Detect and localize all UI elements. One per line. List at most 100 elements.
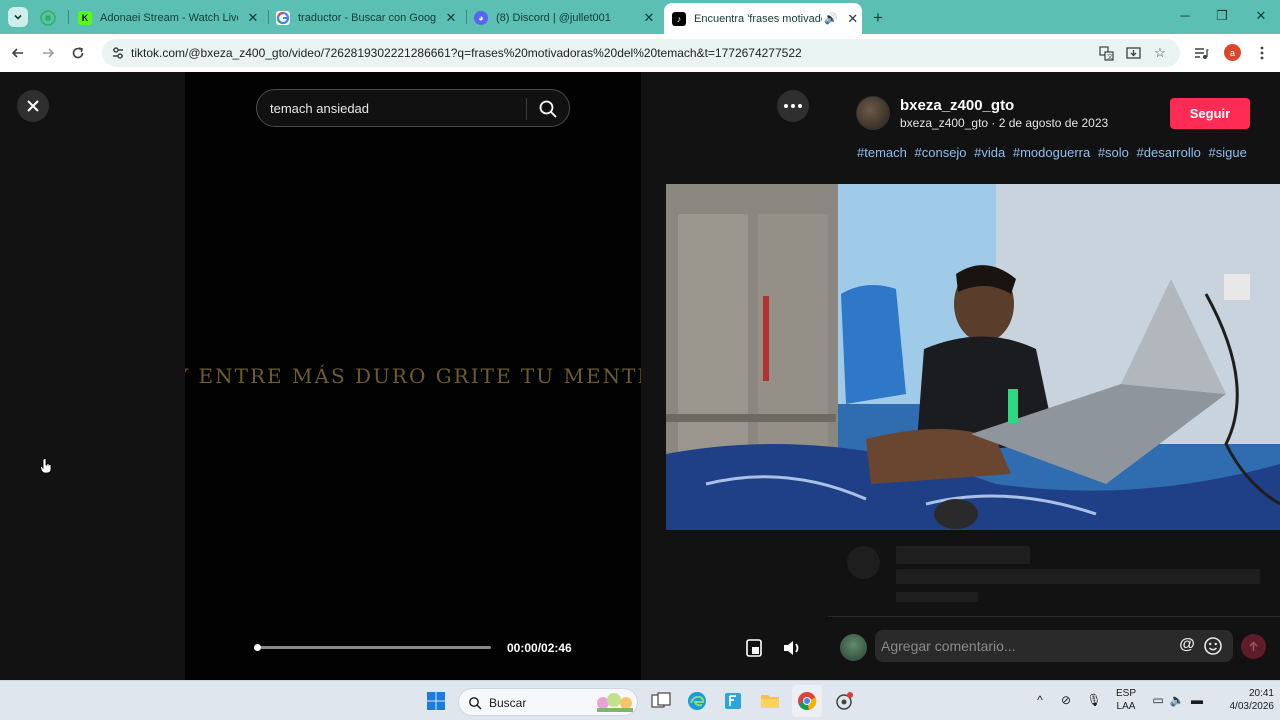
- mention-icon[interactable]: @: [1177, 636, 1197, 656]
- tab-kick[interactable]: K Adonaei Stream - Watch Live o ✕: [78, 5, 260, 30]
- chevron-down-icon: [14, 14, 22, 20]
- edge-icon: [688, 692, 706, 710]
- search-bar[interactable]: temach ansiedad: [256, 89, 570, 127]
- search-input[interactable]: temach ansiedad: [270, 101, 369, 116]
- tab-search-button[interactable]: [8, 7, 28, 27]
- tab-title: Encuentra 'frases motivado: [694, 12, 822, 25]
- tab-discord[interactable]: ◕ (8) Discord | @jullet001 ✕: [474, 5, 656, 30]
- install-app-icon[interactable]: [1125, 45, 1141, 61]
- microphone-icon[interactable]: 🎙: [1086, 693, 1102, 707]
- caption-line: Y ENTRE MÁS DURO GRITE TU MENTE: [185, 364, 641, 388]
- hashtag-link[interactable]: #desarrollo: [1137, 145, 1201, 160]
- post-comment-button[interactable]: [1241, 634, 1266, 659]
- bookmark-star-icon[interactable]: ☆: [1152, 45, 1168, 61]
- tab-whatsapp[interactable]: [40, 5, 56, 30]
- hashtag-link[interactable]: #temach: [857, 145, 907, 160]
- webcam-scene-image: [666, 184, 1280, 530]
- close-icon[interactable]: ✕: [246, 10, 260, 26]
- arrow-up-icon: [1249, 641, 1258, 651]
- flowers-highlight-icon: [597, 693, 633, 712]
- comment-input-field[interactable]: Agregar comentario... @: [875, 630, 1233, 662]
- address-bar[interactable]: tiktok.com/@bxeza_z400_gto/video/7262819…: [102, 39, 1180, 67]
- network-off-icon[interactable]: ⊘: [1058, 693, 1074, 707]
- video-player[interactable]: Y ENTRE MÁS DURO GRITE TU MENTE 00:00/02…: [185, 72, 641, 680]
- hashtag-link[interactable]: #sigue: [1208, 145, 1246, 160]
- search-icon: [469, 697, 482, 710]
- keyboard-layout: LAA: [1116, 701, 1136, 712]
- tab-separator: [466, 10, 467, 24]
- tab-title: Adonaei Stream - Watch Live o: [100, 11, 238, 24]
- close-window-button[interactable]: ✕: [1252, 8, 1270, 24]
- progress-bar[interactable]: [254, 644, 491, 651]
- site-info-icon[interactable]: [110, 45, 126, 61]
- chrome-button[interactable]: [796, 690, 818, 712]
- tab-google[interactable]: traductor - Buscar con Google ✕: [276, 5, 458, 30]
- reload-icon: [72, 47, 84, 59]
- reload-button[interactable]: [68, 43, 88, 63]
- show-hidden-icons-button[interactable]: ^: [1032, 693, 1048, 707]
- back-button[interactable]: [8, 43, 28, 63]
- left-backdrop: [0, 72, 185, 680]
- translate-icon[interactable]: 文: [1098, 45, 1114, 61]
- hashtag-link[interactable]: #vida: [974, 145, 1005, 160]
- url-text: tiktok.com/@bxeza_z400_gto/video/7262819…: [131, 46, 802, 60]
- task-view-icon: [651, 692, 671, 708]
- task-view-button[interactable]: [650, 690, 672, 712]
- close-icon: [27, 100, 39, 112]
- progress-handle[interactable]: [254, 644, 261, 651]
- more-options-button[interactable]: [777, 90, 809, 122]
- author-username[interactable]: bxeza_z400_gto: [900, 97, 1014, 114]
- file-explorer-button[interactable]: [759, 690, 781, 712]
- language-indicator[interactable]: ESP LAA: [1114, 687, 1138, 713]
- minimize-button[interactable]: ─: [1176, 8, 1194, 23]
- battery-icon[interactable]: ▬: [1189, 693, 1205, 707]
- svg-text:文: 文: [1107, 53, 1113, 61]
- tab-separator: [68, 10, 69, 24]
- author-meta: bxeza_z400_gto · 2 de agosto de 2023: [900, 116, 1109, 130]
- tab-tiktok-active[interactable]: ♪ Encuentra 'frases motivado 🔊 ✕: [664, 3, 862, 34]
- close-player-button[interactable]: [17, 90, 49, 122]
- system-clock[interactable]: 20:41 4/03/2026: [1228, 687, 1275, 713]
- video-caption-text: Y ENTRE MÁS DURO GRITE TU MENTE: [185, 364, 641, 394]
- restore-button[interactable]: ❐: [1213, 8, 1231, 24]
- hashtag-link[interactable]: #solo: [1098, 145, 1129, 160]
- search-icon[interactable]: [538, 99, 558, 119]
- folder-icon: [761, 695, 779, 708]
- app-button[interactable]: [833, 690, 855, 712]
- follow-button[interactable]: Seguir: [1170, 98, 1250, 129]
- playlist-icon: [1194, 47, 1208, 59]
- start-button[interactable]: [425, 690, 447, 712]
- close-icon[interactable]: ✕: [642, 10, 656, 26]
- comment-skeleton-line: [896, 592, 978, 602]
- notes-app-button[interactable]: [722, 690, 744, 712]
- hashtag-link[interactable]: #consejo: [915, 145, 967, 160]
- clock-date: 4/03/2026: [1229, 701, 1275, 712]
- speaker-icon[interactable]: 🔈: [1169, 693, 1185, 707]
- close-icon[interactable]: ✕: [846, 11, 860, 27]
- floating-player-button[interactable]: [740, 634, 768, 662]
- author-avatar[interactable]: [856, 96, 890, 130]
- browser-menu-button[interactable]: [1252, 43, 1272, 63]
- taskbar-search[interactable]: Buscar: [458, 688, 638, 716]
- dot-icon: [791, 104, 795, 108]
- display-icon[interactable]: ▭: [1150, 693, 1166, 707]
- emoji-icon[interactable]: [1203, 636, 1223, 656]
- volume-button[interactable]: [778, 634, 806, 662]
- media-control-button[interactable]: [1191, 43, 1211, 63]
- windows-logo-icon: [427, 692, 445, 710]
- hashtag-link[interactable]: #modoguerra: [1013, 145, 1090, 160]
- arrow-left-icon: [11, 48, 23, 58]
- comment-divider: [828, 616, 1280, 617]
- browser-tabstrip: K Adonaei Stream - Watch Live o ✕ traduc…: [0, 0, 1280, 34]
- gear-badge-icon: [836, 692, 853, 710]
- google-icon: [276, 10, 290, 25]
- new-tab-button[interactable]: +: [869, 8, 887, 28]
- forward-button[interactable]: [38, 43, 58, 63]
- tab-separator: [268, 10, 269, 24]
- mini-player-icon: [746, 639, 762, 657]
- profile-avatar[interactable]: a: [1224, 44, 1241, 61]
- edge-button[interactable]: [686, 690, 708, 712]
- speaker-icon[interactable]: 🔊: [824, 12, 838, 25]
- comment-placeholder: Agregar comentario...: [881, 638, 1016, 654]
- close-icon[interactable]: ✕: [444, 10, 458, 26]
